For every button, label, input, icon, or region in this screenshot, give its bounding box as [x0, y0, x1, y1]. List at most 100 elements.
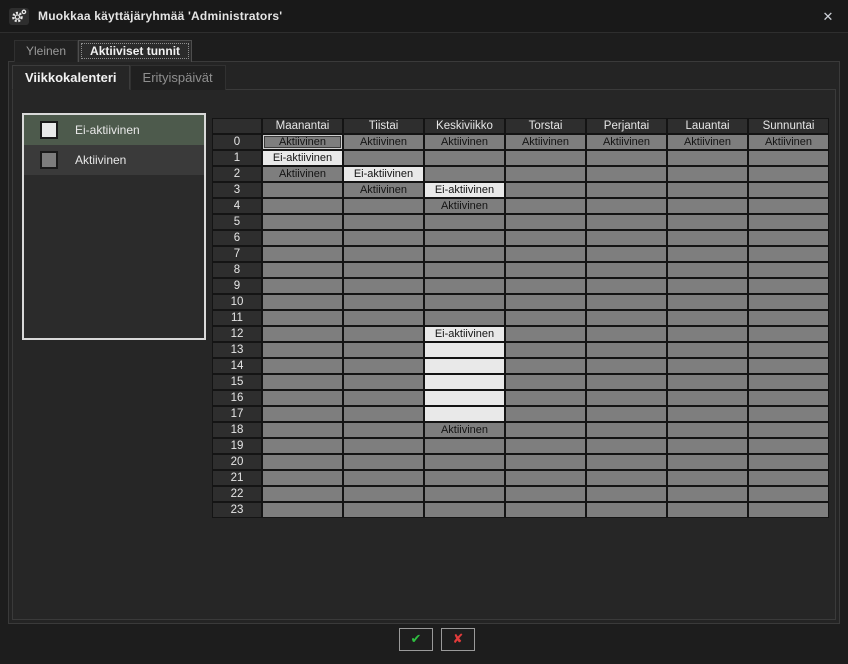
calendar-cell[interactable] — [749, 391, 828, 405]
calendar-cell[interactable] — [749, 311, 828, 325]
calendar-cell[interactable] — [668, 503, 747, 517]
calendar-cell[interactable] — [587, 295, 666, 309]
cancel-button[interactable]: ✘ — [441, 628, 475, 651]
calendar-cell[interactable] — [668, 247, 747, 261]
calendar-cell[interactable] — [749, 407, 828, 421]
calendar-cell[interactable] — [344, 279, 423, 293]
calendar-cell[interactable] — [506, 247, 585, 261]
calendar-cell[interactable]: Ei-aktiivinen — [425, 183, 504, 197]
calendar-cell[interactable] — [668, 439, 747, 453]
calendar-cell[interactable] — [668, 455, 747, 469]
calendar-cell[interactable] — [749, 215, 828, 229]
calendar-cell[interactable] — [668, 343, 747, 357]
calendar-cell[interactable] — [587, 151, 666, 165]
calendar-cell[interactable] — [506, 279, 585, 293]
calendar-cell[interactable] — [263, 215, 342, 229]
calendar-cell[interactable] — [425, 391, 504, 405]
calendar-cell[interactable] — [587, 423, 666, 437]
tab-erityispaivat[interactable]: Erityispäivät — [130, 65, 226, 90]
calendar-cell[interactable] — [506, 151, 585, 165]
calendar-cell[interactable] — [749, 183, 828, 197]
tab-aktiiviset-tunnit[interactable]: Aktiiviset tunnit — [78, 40, 192, 62]
calendar-cell[interactable]: Aktiivinen — [668, 135, 747, 149]
calendar-cell[interactable] — [425, 471, 504, 485]
calendar-cell[interactable] — [587, 247, 666, 261]
calendar-cell[interactable] — [749, 263, 828, 277]
calendar-cell[interactable] — [263, 407, 342, 421]
calendar-cell[interactable] — [668, 295, 747, 309]
calendar-cell[interactable] — [425, 407, 504, 421]
calendar-cell[interactable] — [344, 359, 423, 373]
calendar-cell[interactable] — [749, 439, 828, 453]
calendar-cell[interactable] — [344, 215, 423, 229]
calendar-cell[interactable] — [587, 503, 666, 517]
calendar-cell[interactable] — [668, 151, 747, 165]
calendar-cell[interactable] — [749, 295, 828, 309]
calendar-cell[interactable] — [425, 487, 504, 501]
calendar-cell[interactable] — [344, 247, 423, 261]
calendar-cell[interactable] — [425, 215, 504, 229]
calendar-cell[interactable] — [344, 407, 423, 421]
legend-item-inactive[interactable]: Ei-aktiivinen — [24, 115, 204, 145]
calendar-cell[interactable] — [506, 455, 585, 469]
calendar-cell[interactable] — [749, 375, 828, 389]
calendar-cell[interactable] — [425, 151, 504, 165]
calendar-cell[interactable] — [344, 455, 423, 469]
calendar-cell[interactable] — [749, 359, 828, 373]
calendar-cell[interactable] — [263, 343, 342, 357]
calendar-cell[interactable] — [425, 439, 504, 453]
calendar-cell[interactable] — [425, 455, 504, 469]
calendar-cell[interactable] — [749, 343, 828, 357]
calendar-cell[interactable] — [587, 359, 666, 373]
calendar-cell[interactable] — [587, 343, 666, 357]
calendar-cell[interactable] — [587, 455, 666, 469]
calendar-cell[interactable] — [263, 311, 342, 325]
calendar-cell[interactable]: Aktiivinen — [344, 135, 423, 149]
calendar-cell[interactable] — [506, 327, 585, 341]
calendar-cell[interactable] — [344, 503, 423, 517]
calendar-cell[interactable] — [425, 311, 504, 325]
calendar-cell[interactable] — [587, 311, 666, 325]
calendar-cell[interactable] — [263, 455, 342, 469]
calendar-cell[interactable] — [749, 279, 828, 293]
calendar-cell[interactable] — [668, 359, 747, 373]
calendar-cell[interactable]: Aktiivinen — [506, 135, 585, 149]
calendar-cell[interactable] — [668, 311, 747, 325]
calendar-cell[interactable] — [506, 423, 585, 437]
calendar-cell[interactable] — [506, 295, 585, 309]
calendar-cell[interactable] — [749, 247, 828, 261]
calendar-cell[interactable] — [506, 375, 585, 389]
calendar-cell[interactable] — [668, 231, 747, 245]
calendar-cell[interactable] — [587, 167, 666, 181]
calendar-cell[interactable] — [506, 199, 585, 213]
calendar-cell[interactable] — [749, 503, 828, 517]
calendar-cell[interactable] — [344, 471, 423, 485]
calendar-cell[interactable] — [587, 183, 666, 197]
ok-button[interactable]: ✔ — [399, 628, 433, 651]
calendar-cell[interactable] — [344, 343, 423, 357]
calendar-cell[interactable] — [425, 343, 504, 357]
calendar-cell[interactable] — [425, 359, 504, 373]
calendar-cell[interactable]: Aktiivinen — [425, 135, 504, 149]
calendar-cell[interactable] — [506, 311, 585, 325]
calendar-cell[interactable] — [668, 375, 747, 389]
calendar-cell[interactable] — [587, 199, 666, 213]
calendar-cell[interactable] — [506, 215, 585, 229]
calendar-cell[interactable] — [506, 183, 585, 197]
calendar-cell[interactable] — [344, 263, 423, 277]
calendar-cell[interactable] — [749, 487, 828, 501]
calendar-cell[interactable] — [668, 263, 747, 277]
calendar-cell[interactable] — [668, 407, 747, 421]
calendar-cell[interactable] — [263, 359, 342, 373]
calendar-cell[interactable] — [668, 215, 747, 229]
calendar-cell[interactable] — [425, 247, 504, 261]
calendar-cell[interactable] — [506, 503, 585, 517]
calendar-cell[interactable] — [344, 199, 423, 213]
calendar-cell[interactable] — [263, 231, 342, 245]
calendar-cell[interactable] — [344, 231, 423, 245]
calendar-cell[interactable] — [587, 231, 666, 245]
calendar-cell[interactable] — [263, 375, 342, 389]
calendar-cell[interactable] — [425, 375, 504, 389]
calendar-cell[interactable]: Ei-aktiivinen — [425, 327, 504, 341]
calendar-cell[interactable] — [506, 231, 585, 245]
